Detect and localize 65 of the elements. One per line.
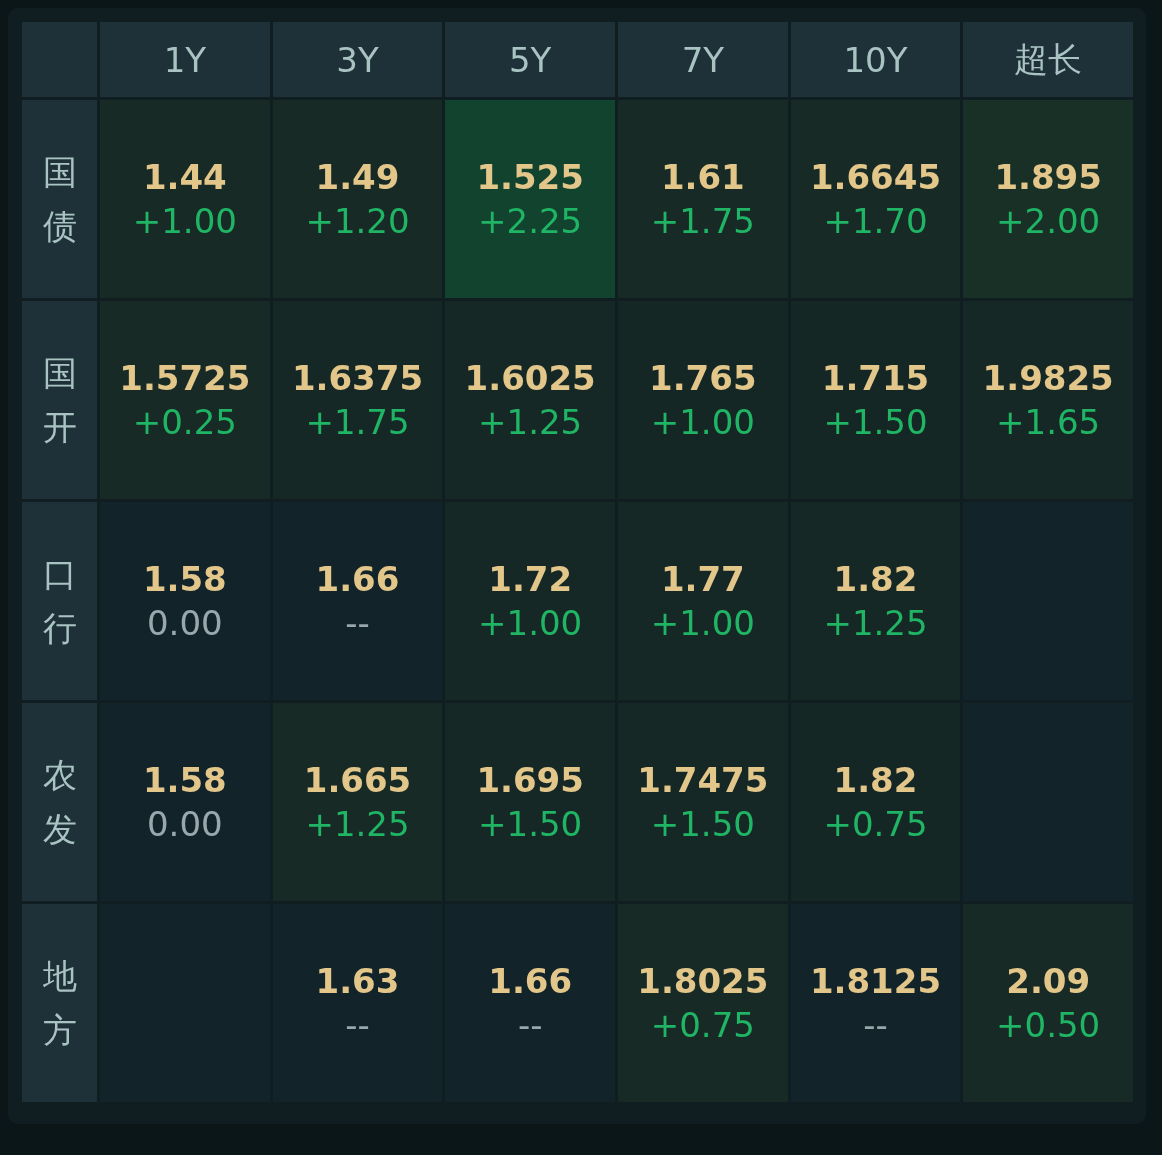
change-value: -- — [863, 1005, 888, 1045]
change-value: +0.50 — [996, 1005, 1101, 1045]
column-header: 超长 — [963, 22, 1133, 97]
yield-value: 1.49 — [315, 157, 400, 197]
change-value: +2.25 — [478, 201, 583, 241]
column-header: 1Y — [100, 22, 270, 97]
yield-value: 1.6645 — [809, 157, 942, 197]
row-header: 国债 — [22, 100, 97, 298]
change-value: +1.25 — [478, 402, 583, 442]
change-value: +0.25 — [132, 402, 237, 442]
change-value: -- — [517, 1005, 543, 1045]
change-value: +1.75 — [305, 402, 410, 442]
yield-value: 1.695 — [476, 760, 584, 800]
column-header: 7Y — [618, 22, 788, 97]
change-value: +0.75 — [823, 804, 928, 844]
row-header: 国开 — [22, 301, 97, 499]
yield-value: 1.8125 — [809, 961, 942, 1001]
change-value: +1.25 — [305, 804, 410, 844]
change-value: +1.00 — [650, 603, 755, 643]
change-value: +1.50 — [478, 804, 583, 844]
yield-value: 1.6375 — [291, 358, 424, 398]
row-header: 口行 — [22, 502, 97, 700]
change-value: +0.75 — [650, 1005, 755, 1045]
change-value: +1.50 — [823, 402, 928, 442]
yield-value: 1.63 — [315, 961, 400, 1001]
yield-value: 1.82 — [833, 559, 918, 599]
change-value: +1.70 — [823, 201, 928, 241]
row-header: 农发 — [22, 703, 97, 901]
yield-value: 1.82 — [833, 760, 918, 800]
column-header: 3Y — [272, 22, 443, 97]
change-value: +1.50 — [650, 804, 755, 844]
yield-value: 1.525 — [476, 157, 584, 197]
change-value: 0.00 — [146, 804, 223, 844]
yield-value: 1.8025 — [637, 961, 769, 1001]
change-value: 0.00 — [146, 603, 223, 643]
yield-value: 1.7475 — [637, 760, 769, 800]
yield-value: 1.765 — [649, 358, 757, 398]
yield-value: 1.66 — [315, 559, 400, 599]
yield-value: 1.895 — [994, 157, 1102, 197]
change-value: +1.25 — [823, 603, 928, 643]
yield-value: 2.09 — [1006, 961, 1091, 1001]
yield-value: 1.58 — [142, 559, 227, 599]
yield-value: 1.665 — [303, 760, 412, 800]
yield-value: 1.715 — [821, 358, 930, 398]
yield-value: 1.9825 — [982, 358, 1114, 398]
yield-value: 1.6025 — [464, 358, 596, 398]
yield-value: 1.58 — [142, 760, 227, 800]
column-header: 5Y — [445, 22, 615, 97]
change-value: +1.00 — [478, 603, 583, 643]
change-value: +1.75 — [650, 201, 755, 241]
change-value: +1.00 — [650, 402, 755, 442]
change-value: -- — [345, 603, 370, 643]
yield-value: 1.61 — [660, 157, 745, 197]
change-value: -- — [345, 1005, 370, 1045]
yield-value: 1.44 — [142, 157, 227, 197]
yield-value: 1.5725 — [119, 358, 251, 398]
yield-value: 1.72 — [488, 559, 573, 599]
row-header: 地方 — [22, 904, 97, 1102]
column-header: 10Y — [790, 22, 961, 97]
yield-value: 1.66 — [488, 961, 573, 1001]
change-value: +2.00 — [996, 201, 1101, 241]
change-value: +1.65 — [996, 402, 1101, 442]
change-value: +1.00 — [132, 201, 237, 241]
change-value: +1.20 — [305, 201, 410, 241]
yield-value: 1.77 — [660, 559, 745, 599]
